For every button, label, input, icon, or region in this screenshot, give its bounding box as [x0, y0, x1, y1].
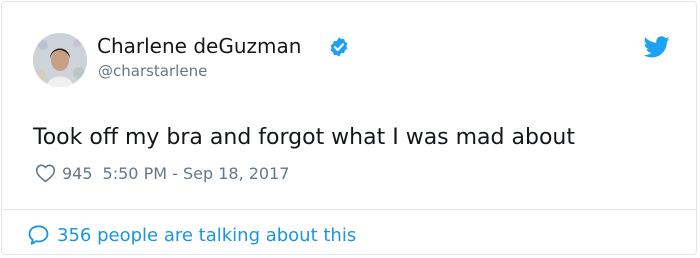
avatar-image [33, 33, 87, 87]
tweet-timestamp[interactable]: 5:50 PM - Sep 18, 2017 [103, 164, 290, 183]
heart-icon[interactable] [35, 163, 56, 183]
tweet-card: Charlene deGuzman @charstarlene Took off… [1, 1, 697, 255]
verified-badge-icon [330, 37, 348, 57]
author-name[interactable]: Charlene deGuzman [97, 33, 301, 59]
speech-bubble-icon [28, 225, 49, 245]
like-count[interactable]: 945 [62, 164, 93, 183]
tweet-meta: 945 5:50 PM - Sep 18, 2017 [35, 161, 289, 185]
tweet-text: Took off my bra and forgot what I was ma… [33, 125, 575, 150]
author-handle[interactable]: @charstarlene [98, 61, 207, 81]
twitter-bird-icon[interactable] [644, 36, 670, 58]
avatar[interactable] [33, 33, 87, 87]
conversation-link-label[interactable]: 356 people are talking about this [57, 225, 356, 246]
conversation-link[interactable]: 356 people are talking about this [27, 222, 356, 248]
divider [2, 209, 696, 210]
